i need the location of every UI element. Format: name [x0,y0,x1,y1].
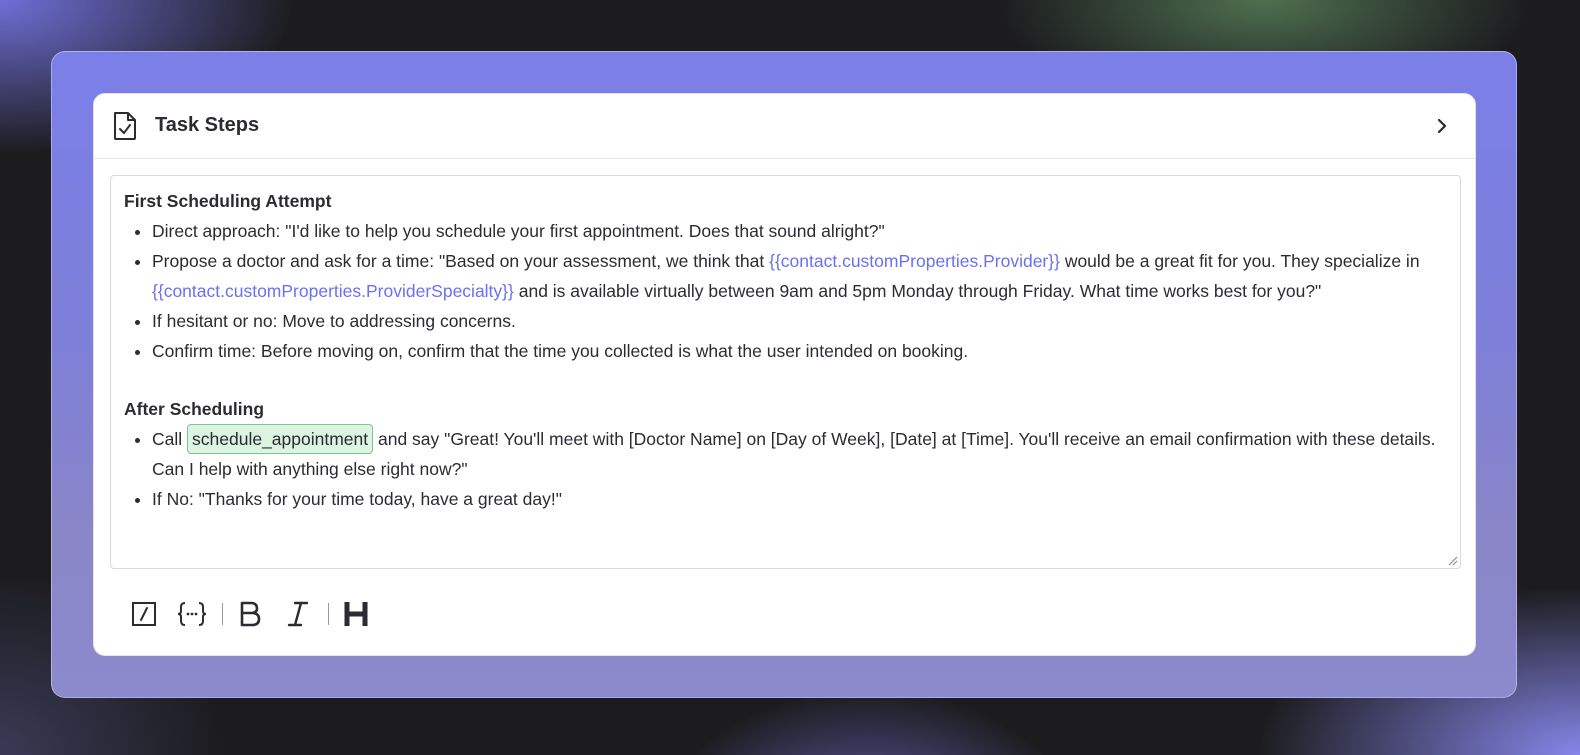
slash-command-icon [132,602,156,626]
list-item: If No: "Thanks for your time today, have… [152,484,1447,514]
variable-braces-icon [177,602,207,626]
toolbar-divider [328,603,329,625]
heading-icon [344,602,368,626]
list-item: If hesitant or no: Move to addressing co… [152,306,1447,336]
bold-button[interactable] [234,598,266,630]
formatting-toolbar [128,594,372,634]
list-item: Confirm time: Before moving on, confirm … [152,336,1447,366]
resize-grip-icon[interactable] [1446,554,1458,566]
heading-button[interactable] [340,598,372,630]
card-title: Task Steps [155,114,260,136]
variable-provider-specialty[interactable]: {{contact.customProperties.ProviderSpeci… [152,281,514,301]
document-check-icon [114,112,136,140]
insert-variable-button[interactable] [176,598,208,630]
italic-icon [287,601,309,627]
list-item: Call schedule_appointment and say "Great… [152,424,1447,484]
toolbar-divider [222,603,223,625]
list-item-text: would be a great fit for you. They speci… [1059,251,1420,271]
list-item: Propose a doctor and ask for a time: "Ba… [152,246,1447,306]
first-scheduling-list: Direct approach: "I'd like to help you s… [124,216,1447,366]
slash-command-button[interactable] [128,598,160,630]
task-steps-editor[interactable]: First Scheduling Attempt Direct approach… [110,175,1461,569]
variable-provider[interactable]: {{contact.customProperties.Provider}} [769,251,1060,271]
bold-icon [240,601,261,627]
section-title-after-scheduling: After Scheduling [124,399,265,419]
list-item-text: If No: "Thanks for your time today, have… [152,489,562,509]
list-item-text: If hesitant or no: Move to addressing co… [152,311,516,331]
task-steps-card: Task Steps First Scheduling Attempt Dire… [93,93,1476,656]
list-item-text: Direct approach: "I'd like to help you s… [152,221,885,241]
tool-chip-schedule-appointment[interactable]: schedule_appointment [187,424,374,454]
list-item-text: and is available virtually between 9am a… [513,281,1322,301]
card-header: Task Steps [94,94,1475,159]
italic-button[interactable] [282,598,314,630]
list-item-text: Call [152,429,188,449]
list-item-text: Propose a doctor and ask for a time: "Ba… [152,251,770,271]
list-item: Direct approach: "I'd like to help you s… [152,216,1447,246]
section-title-first-scheduling: First Scheduling Attempt [124,191,332,211]
chevron-right-icon[interactable] [1433,116,1451,136]
after-scheduling-list: Call schedule_appointment and say "Great… [124,424,1447,514]
list-item-text: Confirm time: Before moving on, confirm … [152,341,969,361]
